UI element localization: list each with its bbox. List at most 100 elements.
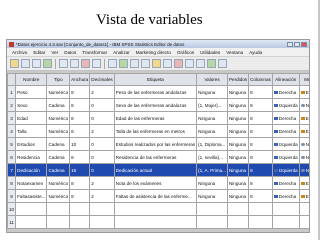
table-row[interactable]: 3 Edad Numérico 8 0 Edad de las enfermeras Nin… <box>7 111 309 125</box>
cell-etiqueta[interactable] <box>113 202 198 216</box>
cell-etiqueta[interactable]: Residencia de las enfermeras <box>113 150 198 164</box>
cell-medida[interactable]: Escala <box>298 85 309 99</box>
table-row[interactable]: 7 Dedicación Cadena 16 0 Dedicación actual {1,… <box>7 163 309 177</box>
cell-decimales[interactable]: 2 <box>89 124 115 138</box>
cell-valores[interactable]: Ninguna <box>196 111 228 125</box>
split-file-icon[interactable] <box>152 59 161 68</box>
cell-medida[interactable]: Escala <box>298 111 309 125</box>
cell-anchura[interactable]: 8 <box>69 85 91 99</box>
cell-decimales[interactable]: 0 <box>89 111 115 125</box>
cell-perdidos[interactable]: Ninguna <box>226 137 250 151</box>
variables-icon[interactable] <box>108 59 117 68</box>
column-header-0[interactable] <box>7 73 17 86</box>
column-header-8[interactable]: Columnas <box>248 73 273 86</box>
column-header-3[interactable]: Anchura <box>69 73 91 86</box>
table-row[interactable]: 8 Notaexamen Numérico 8 2 Nota de los exámene… <box>7 176 309 190</box>
cell-alineación[interactable]: Derecha <box>271 85 300 99</box>
cell-decimales[interactable]: 0 <box>89 150 115 164</box>
column-header-6[interactable]: Valores <box>196 73 228 86</box>
cell-etiqueta[interactable]: Sexo de las enfermeras andaluzas <box>113 98 198 112</box>
cell-valores[interactable]: Ninguna <box>196 85 228 99</box>
cell-tipo[interactable]: Numérico <box>46 85 71 99</box>
cell-medida[interactable]: Nominal <box>298 163 309 177</box>
cell-anchura[interactable]: 8 <box>69 189 91 203</box>
cell-nombre[interactable]: Peso <box>15 85 48 99</box>
cell-decimales[interactable]: 2 <box>89 85 115 99</box>
cell-alineación[interactable]: Izquierda <box>271 98 300 112</box>
cell-medida[interactable]: Escala <box>298 124 309 138</box>
table-row[interactable]: 6 Residencia Cadena 8 0 Residencia de las enf… <box>7 150 309 164</box>
cell-etiqueta[interactable]: Peso de las enfermeras andaluzas <box>113 85 198 99</box>
cell-valores[interactable]: {1, A. Prima... <box>196 163 228 177</box>
cell-nombre[interactable]: Sexo <box>15 98 48 112</box>
save-icon[interactable] <box>21 59 30 68</box>
cell-anchura[interactable] <box>69 215 91 229</box>
cell-perdidos[interactable]: Ninguna <box>226 189 250 203</box>
cell-columnas[interactable]: 8 <box>248 176 273 190</box>
table-row[interactable]: 9 Faltasasiste... Numérico 8 2 Faltas de asis… <box>7 189 309 203</box>
spelling-icon[interactable] <box>218 59 227 68</box>
cell-etiqueta[interactable]: Nota de los exámenes <box>113 176 198 190</box>
cell-decimales[interactable]: 2 <box>89 176 115 190</box>
cell-perdidos[interactable]: Ninguna <box>226 98 250 112</box>
column-header-5[interactable]: Etiqueta <box>113 73 198 86</box>
cell-columnas[interactable] <box>248 202 273 216</box>
cell-alineación[interactable]: Derecha <box>271 111 300 125</box>
find-icon[interactable] <box>119 59 128 68</box>
cell-perdidos[interactable]: Ninguna <box>226 85 250 99</box>
cell-tipo[interactable]: Cadena <box>46 163 71 177</box>
table-row[interactable]: 4 Talla Numérico 8 2 Talla de las enfermeras … <box>7 124 309 138</box>
cell-nombre[interactable] <box>15 202 48 216</box>
print-icon[interactable] <box>32 59 41 68</box>
cell-medida[interactable]: Nominal <box>298 150 309 164</box>
column-header-10[interactable]: Medida <box>298 73 309 86</box>
cell-perdidos[interactable]: Ninguna <box>226 150 250 164</box>
cell-medida[interactable]: Escala <box>298 176 309 190</box>
menu-item-2[interactable]: Ver <box>48 50 61 55</box>
cell-anchura[interactable]: 10 <box>69 137 91 151</box>
cell-columnas[interactable]: 8 <box>248 124 273 138</box>
menu-item-6[interactable]: Marketing directo <box>133 50 174 55</box>
goto-case-icon[interactable] <box>81 59 90 68</box>
cell-etiqueta[interactable]: Faltas de asistencia de las enferme... <box>113 189 198 203</box>
cell-nombre[interactable]: Dedicación <box>15 163 48 177</box>
cell-etiqueta[interactable]: Talla de las enfermeras en metros <box>113 124 198 138</box>
cell-anchura[interactable]: 8 <box>69 98 91 112</box>
cell-columnas[interactable]: 8 <box>248 111 273 125</box>
table-row[interactable]: 2 Sexo Cadena 8 0 Sexo de las enfermeras anda… <box>7 98 309 112</box>
cell-perdidos[interactable]: Ninguna <box>226 124 250 138</box>
cell-anchura[interactable]: 16 <box>69 163 91 177</box>
maximize-icon[interactable] <box>294 41 300 47</box>
cell-etiqueta[interactable]: Estudios realizados por las enfermeras <box>113 137 198 151</box>
cell-perdidos[interactable]: Ninguna <box>226 163 250 177</box>
cell-alineación[interactable]: Izquierda <box>271 137 300 151</box>
cell-alineación[interactable]: Derecha <box>271 189 300 203</box>
column-header-2[interactable]: Tipo <box>46 73 71 86</box>
cell-alineación[interactable]: Derecha <box>271 176 300 190</box>
redo-icon[interactable] <box>70 59 79 68</box>
table-row[interactable]: 11 <box>7 215 309 229</box>
cell-tipo[interactable]: Numérico <box>46 124 71 138</box>
cell-columnas[interactable]: 8 <box>248 150 273 164</box>
cell-columnas[interactable]: 8 <box>248 98 273 112</box>
cell-perdidos[interactable]: Ninguna <box>226 176 250 190</box>
table-row[interactable]: 10 <box>7 202 309 216</box>
cell-columnas[interactable] <box>248 215 273 229</box>
cell-tipo[interactable]: Numérico <box>46 189 71 203</box>
column-header-4[interactable]: Decimales <box>89 73 115 86</box>
cell-medida[interactable]: Escala <box>298 189 309 203</box>
cell-anchura[interactable]: 8 <box>69 176 91 190</box>
cell-valores[interactable]: {1, Mujer}... <box>196 98 228 112</box>
column-header-7[interactable]: Perdidos <box>226 73 250 86</box>
open-icon[interactable] <box>10 59 19 68</box>
column-header-9[interactable]: Alineación <box>271 73 300 86</box>
cell-anchura[interactable]: 8 <box>69 124 91 138</box>
cell-columnas[interactable]: 8 <box>248 137 273 151</box>
cell-decimales[interactable]: 0 <box>89 98 115 112</box>
table-row[interactable]: 1 Peso Numérico 8 2 Peso de las enfermeras an… <box>7 85 309 99</box>
undo-icon[interactable] <box>59 59 68 68</box>
cell-valores[interactable] <box>196 215 228 229</box>
cell-anchura[interactable] <box>69 202 91 216</box>
cell-nombre[interactable]: Estudios <box>15 137 48 151</box>
cell-perdidos[interactable] <box>226 202 250 216</box>
